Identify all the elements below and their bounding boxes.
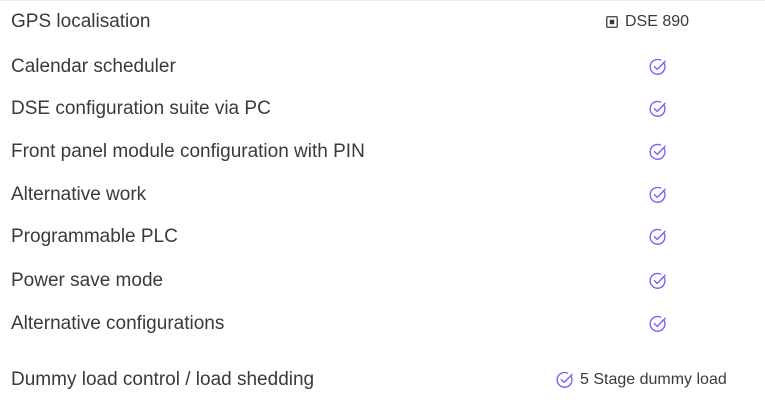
feature-label: Calendar scheduler: [11, 56, 176, 77]
feature-label: DSE configuration suite via PC: [11, 98, 271, 119]
feature-value-text: DSE 890: [625, 13, 690, 30]
feature-label: Power save mode: [11, 270, 164, 291]
feature-label: GPS localisation: [11, 11, 151, 32]
feature-row-dse-configuration-suite: DSE configuration suite via PC: [0, 89, 765, 129]
check-circle-icon: [648, 271, 668, 291]
checkbox-checked-icon: [606, 16, 618, 28]
feature-value: 5 Stage dummy load: [555, 360, 727, 400]
check-circle-icon: [648, 99, 668, 119]
feature-row-calendar-scheduler: Calendar scheduler: [0, 47, 765, 87]
feature-row-programmable-plc: Programmable PLC: [0, 217, 765, 257]
feature-row-gps-localisation: GPS localisation DSE 890: [0, 2, 765, 42]
feature-label: Front panel module configuration with PI…: [11, 141, 365, 162]
feature-value: [648, 175, 668, 215]
feature-row-dummy-load-control: Dummy load control / load shedding 5 Sta…: [0, 360, 765, 400]
check-circle-icon: [648, 185, 668, 205]
feature-label: Programmable PLC: [11, 226, 178, 247]
feature-value: [648, 47, 668, 87]
feature-row-front-panel-configuration: Front panel module configuration with PI…: [0, 132, 765, 172]
check-circle-icon: [648, 142, 668, 162]
feature-row-alternative-work: Alternative work: [0, 175, 765, 215]
feature-label: Alternative configurations: [11, 313, 225, 334]
feature-value: [648, 261, 668, 301]
feature-label: Alternative work: [11, 184, 147, 205]
feature-label: Dummy load control / load shedding: [11, 369, 315, 390]
feature-value: [648, 217, 668, 257]
feature-value: [648, 132, 668, 172]
feature-row-alternative-configurations: Alternative configurations: [0, 304, 765, 344]
feature-value: [648, 304, 668, 344]
feature-value: [648, 89, 668, 129]
check-circle-icon: [648, 227, 668, 247]
check-circle-icon: [555, 370, 575, 390]
check-circle-icon: [648, 57, 668, 77]
feature-value: DSE 890: [606, 2, 689, 42]
check-circle-icon: [648, 314, 668, 334]
feature-row-power-save-mode: Power save mode: [0, 261, 765, 301]
feature-value-text: 5 Stage dummy load: [580, 371, 727, 388]
features-table: GPS localisation DSE 890 Calendar schedu…: [0, 0, 765, 390]
